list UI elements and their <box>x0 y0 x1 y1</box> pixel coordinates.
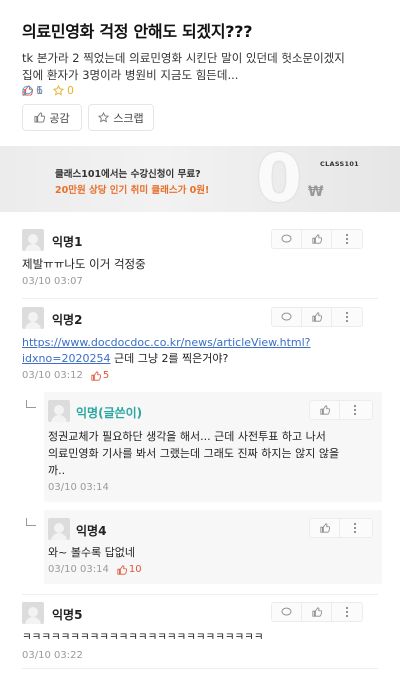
post-stats: 1 6 0 <box>22 82 84 98</box>
avatar <box>22 307 44 329</box>
comment-count-value: 6 <box>36 83 43 97</box>
thumbs-up-icon <box>319 405 330 415</box>
comment-nickname: 익명4 <box>76 524 107 538</box>
thumbs-up-icon <box>91 370 101 381</box>
comment-link[interactable]: https://www.docdocdoc.co.kr/news/article… <box>22 336 311 349</box>
comment-time: 03/10 03:14 <box>48 564 109 575</box>
empathy-button-label: 공감 <box>49 111 70 125</box>
post-body: tk 본가라 2 찍었는데 의료민영화 시킨단 말이 있던데 헛소문이겠지 집에… <box>22 50 382 84</box>
comment-nickname: 익명(글쓴이) <box>76 406 143 420</box>
more-vertical-icon <box>345 311 349 323</box>
comment-text: 제발ㅠㅠ나도 이거 걱정중 <box>22 257 146 271</box>
comment-nickname: 익명2 <box>52 313 83 327</box>
comment-time: 03/10 03:14 <box>48 482 109 493</box>
scrap-count-value: 0 <box>67 83 74 97</box>
comment-link[interactable]: idxno=2020254 <box>22 352 110 365</box>
reply-indicator-icon <box>26 400 36 408</box>
avatar <box>48 400 70 422</box>
comment-like-button[interactable] <box>302 230 332 248</box>
star-icon <box>53 84 64 96</box>
reply-button[interactable] <box>272 603 302 621</box>
more-vertical-icon <box>345 606 349 618</box>
speech-bubble-icon <box>281 312 292 321</box>
comment-text: 와~ 볼수록 답없네 <box>48 546 136 559</box>
comment-like-count: 5 <box>102 370 110 381</box>
more-button[interactable] <box>340 519 370 537</box>
more-vertical-icon <box>345 233 349 245</box>
comment-likes: 10 <box>117 564 142 575</box>
comment-nickname: 익명1 <box>52 235 83 249</box>
comment-meta: 03/10 03:12 5 <box>22 370 109 381</box>
comment-text: 까.. <box>48 464 66 477</box>
comment-actions <box>309 518 373 538</box>
scrap-count: 0 <box>53 84 74 97</box>
comment-text-after-link: 근데 그냥 2를 찍은거야? <box>110 352 229 365</box>
scrap-button[interactable]: 스크랩 <box>88 104 154 131</box>
ad-zero-graphic: 0 <box>256 146 302 212</box>
thumbs-up-icon <box>319 523 330 533</box>
comment-time: 03/10 03:12 <box>22 370 83 381</box>
thumbs-up-icon <box>311 607 322 617</box>
divider <box>22 668 378 669</box>
more-vertical-icon <box>353 404 357 416</box>
avatar <box>48 518 70 540</box>
divider <box>22 298 378 299</box>
comment-actions <box>271 602 363 622</box>
reply-button[interactable] <box>272 308 302 326</box>
avatar <box>22 602 44 624</box>
comment-like-count: 10 <box>128 564 142 575</box>
more-button[interactable] <box>332 308 362 326</box>
speech-bubble-icon <box>281 234 292 243</box>
comment-like-button[interactable] <box>310 519 340 537</box>
more-button[interactable] <box>332 230 362 248</box>
thumbs-up-icon <box>311 312 322 322</box>
comment-text: ㅋㅋㅋㅋㅋㅋㅋㅋㅋㅋㅋㅋㅋㅋㅋㅋㅋㅋㅋㅋㅋㅋㅋㅋㅋ <box>22 631 264 643</box>
ad-subline: 20만원 상당 인기 취미 클래스가 0원! <box>55 185 210 196</box>
thumbs-up-icon <box>117 564 127 575</box>
ad-brand-logo: CLASS101 <box>320 160 359 168</box>
ad-won-symbol: ₩ <box>308 184 324 200</box>
ad-headline: 클래스101에서는 수강신청이 무료? <box>55 169 201 180</box>
ad-banner[interactable]: 클래스101에서는 수강신청이 무료? 20만원 상당 인기 취미 클래스가 0… <box>0 146 400 212</box>
comment-meta: 03/10 03:14 10 <box>48 564 142 575</box>
more-button[interactable] <box>340 401 370 419</box>
thumbs-up-icon <box>311 234 322 244</box>
empathy-button[interactable]: 공감 <box>22 104 82 131</box>
post-title: 의료민영화 걱정 안해도 되겠지??? <box>22 22 253 41</box>
comment-meta: 03/10 03:22 <box>22 650 83 661</box>
comment-actions <box>271 229 363 249</box>
avatar <box>22 229 44 251</box>
star-icon <box>98 112 110 123</box>
divider <box>22 594 378 595</box>
comment-likes: 5 <box>91 370 109 381</box>
reply: 익명4 와~ 볼수록 답없네 03/10 03:14 10 <box>44 510 382 584</box>
scrap-button-label: 스크랩 <box>113 111 144 125</box>
thumbs-up-icon <box>34 112 46 123</box>
comment-like-button[interactable] <box>302 308 332 326</box>
comment-like-button[interactable] <box>302 603 332 621</box>
comment-time: 03/10 03:07 <box>22 276 83 287</box>
speech-bubble-icon <box>281 607 292 616</box>
comment-meta: 03/10 03:14 <box>48 482 109 493</box>
post-body-line: tk 본가라 2 찍었는데 의료민영화 시킨단 말이 있던데 헛소문이겠지 <box>22 51 345 65</box>
comment-like-button[interactable] <box>310 401 340 419</box>
comment-text: https://www.docdocdoc.co.kr/news/article… <box>22 334 311 351</box>
comment-text: 정권교체가 필요하단 생각을 해서... 근데 사전투표 하고 나서 <box>48 430 326 443</box>
more-vertical-icon <box>353 522 357 534</box>
comment-nickname: 익명5 <box>52 608 83 622</box>
comment-actions <box>309 400 373 420</box>
comment-time: 03/10 03:22 <box>22 650 83 661</box>
reply: 익명(글쓴이) 정권교체가 필요하단 생각을 해서... 근데 사전투표 하고 … <box>44 392 382 502</box>
comment-actions <box>271 307 363 327</box>
speech-bubble-icon <box>22 85 33 96</box>
reply-button[interactable] <box>272 230 302 248</box>
more-button[interactable] <box>332 603 362 621</box>
reply-indicator-icon <box>26 518 36 526</box>
comment-text: idxno=2020254 근데 그냥 2를 찍은거야? <box>22 350 228 367</box>
comment-count: 6 <box>22 84 43 97</box>
comment-text: 의료민영화 기사를 봐서 그랬는데 그래도 진짜 하지는 않지 않을 <box>48 447 340 460</box>
comment-meta: 03/10 03:07 <box>22 276 83 287</box>
